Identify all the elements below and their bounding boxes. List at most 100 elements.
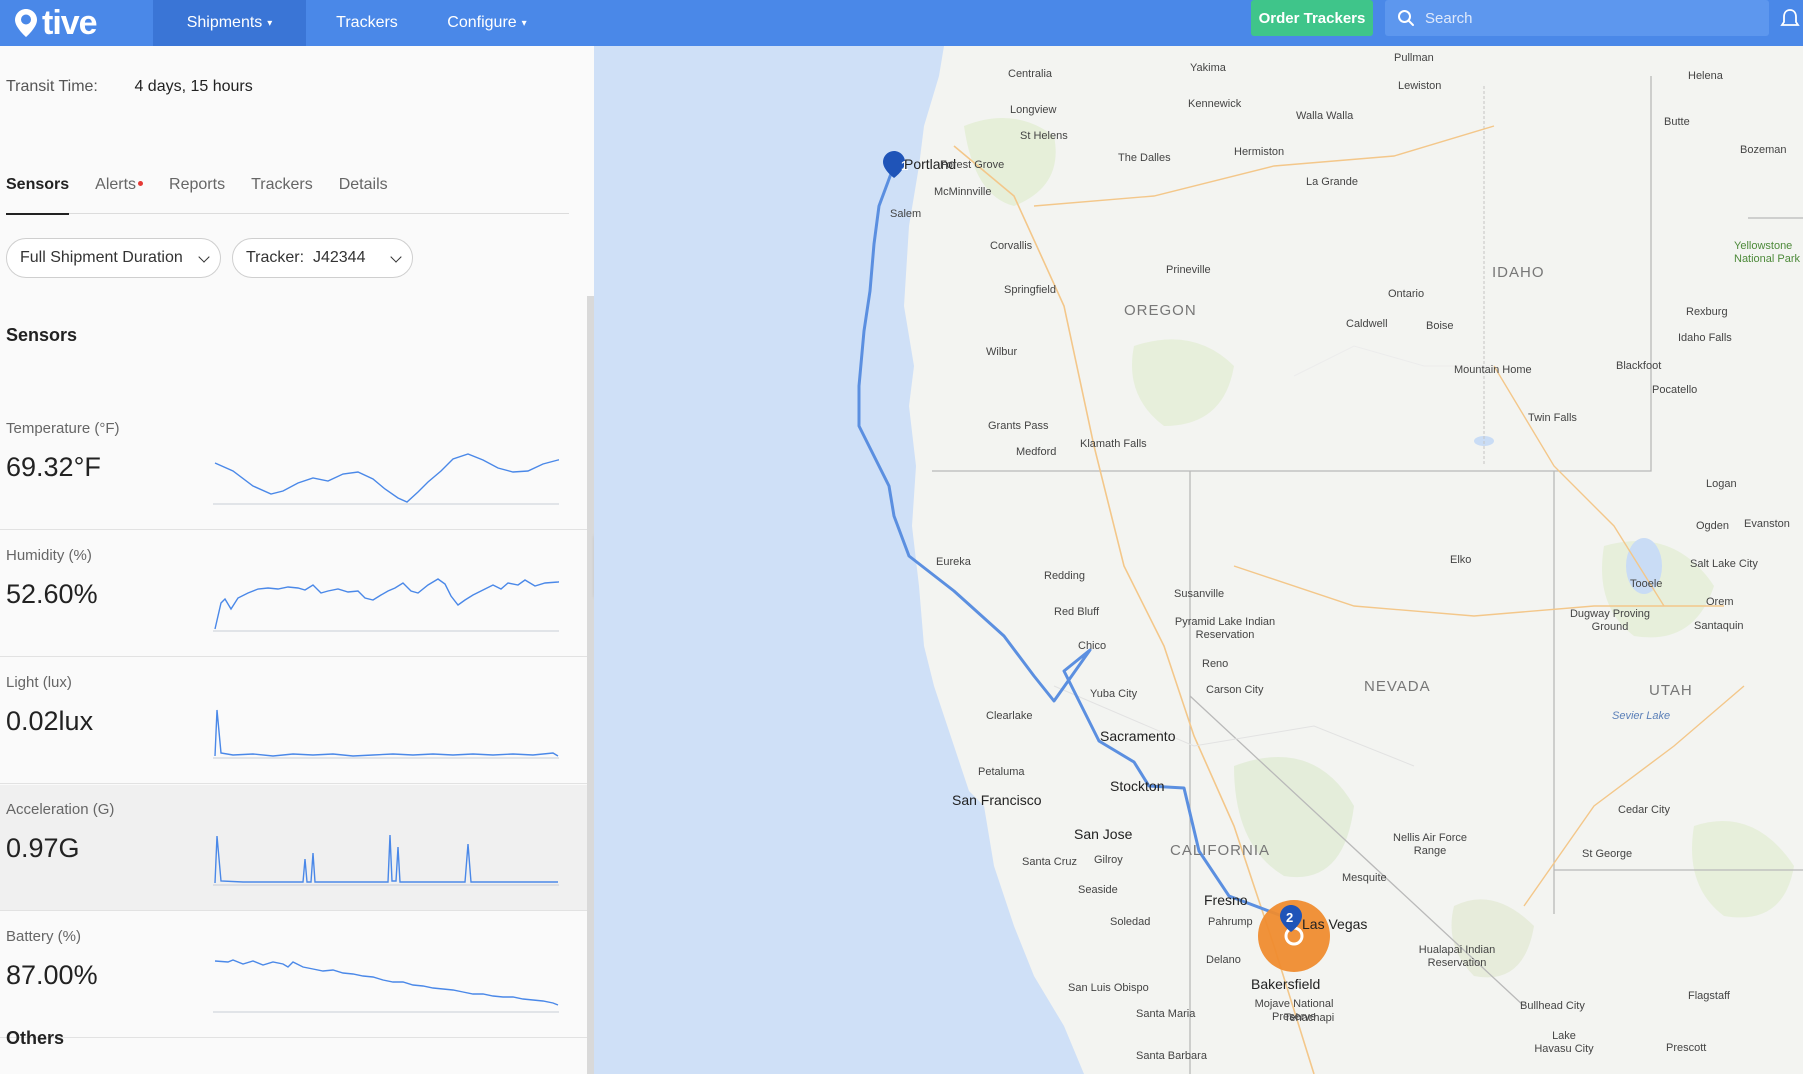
place-label: St Helens [1020, 130, 1068, 142]
place-label: Clearlake [986, 710, 1033, 722]
place-label: Mojave National Preserve [1254, 998, 1334, 1023]
place-label: Prescott [1666, 1042, 1707, 1054]
search-box[interactable] [1385, 0, 1769, 36]
duration-dropdown[interactable]: Full Shipment Duration [6, 238, 221, 278]
place-label: Evanston [1744, 518, 1790, 530]
city-label: Stockton [1110, 778, 1165, 794]
others-section-title: Others [6, 1028, 65, 1048]
search-input[interactable] [1425, 9, 1745, 27]
sensor-label: Temperature (°F) [6, 420, 120, 437]
place-label: Twin Falls [1528, 412, 1577, 424]
tive-logo[interactable]: tive [14, 0, 98, 46]
tab-trackers[interactable]: Trackers [251, 176, 313, 214]
light-sparkline [213, 709, 559, 759]
nav-trackers[interactable]: Trackers [314, 0, 420, 46]
detail-tabs: Sensors Alerts Reports Trackers Details [6, 176, 569, 215]
place-label: Ontario [1388, 288, 1425, 300]
city-label: Redding [1044, 570, 1085, 582]
route-map[interactable]: 1 2 OREGON IDAHO NEVADA UTAH CALIFORNIA … [594, 46, 1803, 1074]
place-label: Klamath Falls [1080, 438, 1147, 450]
place-label: Dugway Proving Ground [1569, 608, 1651, 633]
tracker-dropdown[interactable]: Tracker: J42344 [232, 238, 413, 278]
place-label: Blackfoot [1616, 360, 1662, 372]
tab-sensors[interactable]: Sensors [6, 176, 70, 215]
place-label: Lake Havasu City [1534, 1030, 1594, 1055]
humidity-sparkline [213, 578, 559, 632]
city-label: Medford [1016, 446, 1057, 458]
place-label: Gilroy [1094, 854, 1123, 866]
top-navigation-bar: tive Shipments ▾ Trackers Configure ▾ Or… [0, 0, 1803, 46]
place-label: Santa Cruz [1022, 856, 1078, 868]
place-label: Longview [1010, 104, 1057, 116]
city-label: Salem [890, 208, 922, 220]
state-label: IDAHO [1492, 264, 1545, 281]
nav-trackers-label: Trackers [336, 14, 398, 31]
place-label: Petaluma [978, 766, 1025, 778]
sensor-value: 87.00% [6, 960, 98, 990]
tab-details[interactable]: Details [339, 176, 388, 214]
sensor-label: Light (lux) [6, 674, 72, 691]
place-label: Pahrump [1208, 916, 1253, 928]
state-label: NEVADA [1364, 678, 1431, 695]
order-trackers-button[interactable]: Order Trackers [1251, 0, 1373, 36]
place-label: Chico [1078, 640, 1107, 652]
duration-dropdown-value: Full Shipment Duration [20, 249, 183, 266]
sensor-row-temperature[interactable]: Temperature (°F) 69.32°F [0, 404, 587, 530]
place-label: Tooele [1630, 578, 1663, 590]
nav-configure[interactable]: Configure ▾ [428, 0, 546, 46]
place-label: Eureka [936, 556, 971, 568]
place-label: La Grande [1306, 176, 1358, 188]
transit-time: Transit Time: 4 days, 15 hours [6, 78, 253, 96]
bell-icon[interactable] [1780, 8, 1800, 30]
place-label: Sevier Lake [1612, 710, 1671, 722]
place-label: Red Bluff [1054, 606, 1100, 618]
destination-marker-label: 2 [1286, 910, 1294, 925]
state-label: UTAH [1649, 682, 1693, 699]
tab-details-label: Details [338, 176, 388, 193]
sensor-row-acceleration[interactable]: Acceleration (G) 0.97G [0, 785, 587, 911]
transit-time-value: 4 days, 15 hours [134, 78, 253, 95]
place-label: Yuba City [1090, 688, 1138, 700]
city-label: San Francisco [952, 792, 1042, 808]
chevron-down-icon [390, 251, 402, 263]
place-label: Springfield [1004, 284, 1056, 296]
place-label: Hualapai Indian Reservation [1418, 944, 1496, 969]
tab-alerts[interactable]: Alerts [95, 176, 144, 214]
sensor-label: Battery (%) [6, 928, 82, 945]
panel-scrollbar[interactable] [587, 296, 594, 1074]
brand-name: tive [42, 4, 98, 42]
place-label: St George [1582, 848, 1633, 860]
place-label: Kennewick [1188, 98, 1242, 110]
place-label: Santaquin [1694, 620, 1744, 632]
place-label: Lewiston [1398, 80, 1442, 92]
place-label: Santa Barbara [1136, 1050, 1207, 1062]
sensor-row-humidity[interactable]: Humidity (%) 52.60% [0, 531, 587, 657]
place-label: Centralia [1008, 68, 1053, 80]
place-label: Prineville [1166, 264, 1211, 276]
place-label: Bozeman [1740, 144, 1787, 156]
nav-shipments-label: Shipments [186, 14, 263, 31]
tab-reports[interactable]: Reports [169, 176, 225, 214]
place-label: Forest Grove [940, 159, 1005, 171]
city-label: Salt Lake City [1690, 558, 1758, 570]
map-canvas [594, 46, 1803, 1074]
state-label: OREGON [1124, 302, 1197, 319]
city-label: Sacramento [1100, 728, 1176, 744]
place-label: Grants Pass [988, 420, 1049, 432]
tab-alerts-label: Alerts [95, 176, 137, 193]
place-label: Walla Walla [1296, 110, 1354, 122]
place-label: Ogden [1696, 520, 1730, 532]
place-label: San Luis Obispo [1068, 982, 1149, 994]
sensor-row-battery[interactable]: Battery (%) 87.00% [0, 912, 587, 1038]
sensor-value: 69.32°F [6, 452, 101, 482]
place-label: Santa Maria [1136, 1008, 1196, 1020]
place-label: Delano [1206, 954, 1241, 966]
place-label: Soledad [1110, 916, 1151, 928]
place-label: Helena [1688, 70, 1723, 82]
nav-shipments[interactable]: Shipments ▾ [153, 0, 306, 46]
tab-sensors-label: Sensors [6, 176, 70, 193]
chevron-down-icon [198, 251, 210, 263]
place-label: Pyramid Lake Indian Reservation [1174, 616, 1276, 641]
city-label: Boise [1426, 320, 1454, 332]
sensor-row-light[interactable]: Light (lux) 0.02lux [0, 658, 587, 784]
